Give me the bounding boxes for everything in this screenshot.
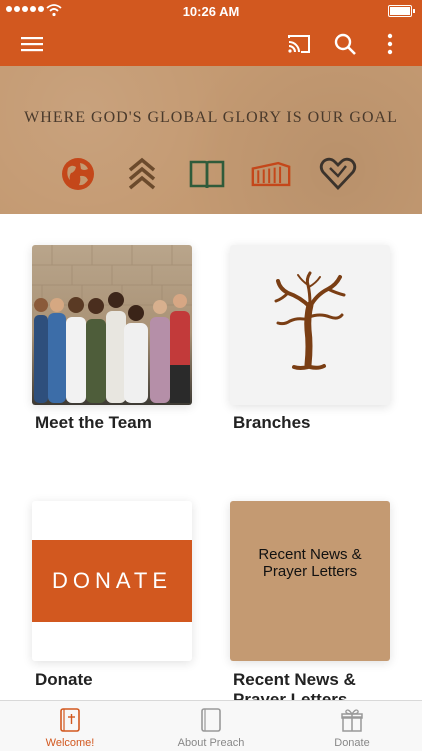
donate-tile[interactable]: DONATE	[32, 501, 192, 661]
tab-about-preach[interactable]: About Preach	[141, 701, 281, 751]
chevrons-up-icon	[128, 157, 156, 190]
branches-label[interactable]: Branches	[233, 413, 413, 433]
tab-welcome[interactable]: Welcome!	[0, 701, 140, 751]
status-time: 10:26 AM	[182, 4, 240, 19]
open-book-icon	[189, 160, 225, 189]
tab-bar: Welcome! About Preach Donate	[0, 700, 422, 751]
cast-icon[interactable]	[287, 32, 311, 56]
tab-donate[interactable]: Donate	[282, 701, 422, 751]
header-banner: WHERE GOD'S GLOBAL GLORY IS OUR GOAL	[0, 66, 422, 214]
tab-about-preach-label: About Preach	[177, 737, 245, 749]
meet-the-team-label[interactable]: Meet the Team	[35, 413, 215, 433]
branches-tile[interactable]	[230, 245, 390, 405]
tab-donate-label: Donate	[334, 737, 370, 749]
status-bar: 10:26 AM	[0, 0, 422, 22]
donate-label[interactable]: Donate	[35, 670, 215, 690]
search-icon[interactable]	[333, 32, 357, 56]
building-icon	[251, 161, 291, 187]
team-photo	[32, 245, 192, 403]
globe-icon	[62, 158, 94, 190]
tree-icon	[274, 271, 346, 370]
app-bar	[0, 22, 422, 66]
more-vertical-icon[interactable]	[378, 32, 402, 56]
battery-icon	[388, 5, 415, 17]
book-icon	[201, 708, 221, 732]
recent-news-image-text: Recent News & Prayer Letters	[258, 546, 362, 580]
heart-icon	[319, 157, 357, 191]
recent-news-tile[interactable]: Recent News & Prayer Letters	[230, 501, 390, 661]
banner-tagline: WHERE GOD'S GLOBAL GLORY IS OUR GOAL	[24, 109, 398, 126]
tab-welcome-label: Welcome!	[45, 737, 95, 749]
meet-the-team-tile[interactable]	[32, 245, 192, 405]
bible-icon	[60, 708, 80, 732]
donate-banner-text: DONATE	[32, 540, 192, 622]
gift-icon	[341, 709, 363, 732]
hamburger-menu-icon[interactable]	[20, 32, 44, 56]
